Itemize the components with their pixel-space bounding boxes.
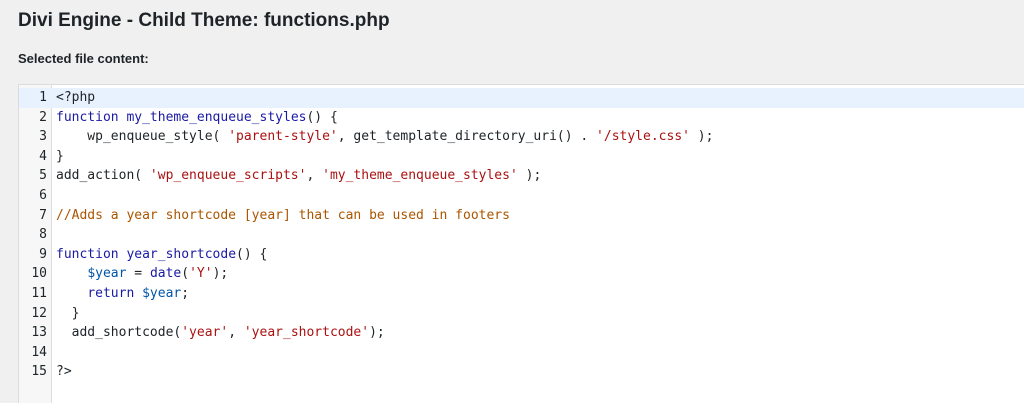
code-token: $year xyxy=(87,266,127,282)
code-token: 'wp_enqueue_scripts' xyxy=(149,168,307,184)
line-number: 14 xyxy=(31,344,47,360)
code-text: $year = date('Y'); xyxy=(56,264,228,284)
code-token: ?> xyxy=(56,364,72,380)
code-token: 'year_shortcode' xyxy=(243,325,370,341)
code-token: , xyxy=(306,168,323,184)
code-text: <?php xyxy=(56,88,95,108)
line-number: 10 xyxy=(31,266,47,282)
code-text: } xyxy=(56,304,80,324)
code-token: () { xyxy=(306,109,338,125)
code-token: ); xyxy=(212,266,229,282)
line-number: 6 xyxy=(39,187,47,203)
code-line-10[interactable]: 10 $year = date('Y'); xyxy=(19,264,1024,284)
code-token: function xyxy=(56,109,119,125)
code-token: , xyxy=(228,325,244,341)
line-number: 1 xyxy=(19,88,47,108)
code-editor[interactable]: 1 <?php 2 function my_theme_enqueue_styles(… xyxy=(18,84,1024,403)
code-line-4[interactable]: 4} xyxy=(19,147,1024,167)
code-token: wp_enqueue_style( xyxy=(56,129,229,145)
code-line-5[interactable]: 5 add_action( 'wp_enqueue_scripts', 'my_t… xyxy=(19,166,1024,186)
code-line-9[interactable]: 9 function year_shortcode() { xyxy=(19,245,1024,265)
code-token: = xyxy=(126,266,150,282)
code-token: 'my_theme_enqueue_styles' xyxy=(322,168,518,184)
code-token: ); xyxy=(369,325,385,341)
code-text: wp_enqueue_style( 'parent-style', get_te… xyxy=(56,127,713,147)
code-line-14[interactable]: 14 xyxy=(19,343,1024,363)
line-number: 2 xyxy=(39,109,47,125)
line-number: 11 xyxy=(31,285,47,301)
code-token: function xyxy=(56,246,119,262)
code-text: function my_theme_enqueue_styles() { xyxy=(56,108,338,128)
code-line-11[interactable]: 11 return $year; xyxy=(19,284,1024,304)
code-token: 'year' xyxy=(181,325,229,341)
code-token: ); xyxy=(517,168,542,184)
code-token: ; xyxy=(181,285,190,301)
code-text: return $year; xyxy=(56,284,189,304)
code-line-7[interactable]: 7 //Adds a year shortcode [year] that can… xyxy=(19,206,1024,226)
code-token: ( xyxy=(181,266,190,282)
line-number: 4 xyxy=(39,148,47,164)
line-number: 5 xyxy=(39,168,47,184)
selected-file-label: Selected file content: xyxy=(18,51,149,66)
code-token: return xyxy=(87,285,135,301)
code-token: date xyxy=(149,266,182,282)
code-token: 'Y' xyxy=(189,266,213,282)
line-number: 8 xyxy=(39,227,47,243)
code-token: , get_template_directory_uri() . xyxy=(337,129,597,145)
code-token: } xyxy=(56,305,80,321)
code-line-6[interactable]: 6 xyxy=(19,186,1024,206)
line-number: 13 xyxy=(31,325,47,341)
code-text: function year_shortcode() { xyxy=(56,245,267,265)
code-token: $year xyxy=(142,285,182,301)
line-number: 9 xyxy=(39,246,47,262)
code-line-15[interactable]: 15 ?> xyxy=(19,362,1024,382)
page-title: Divi Engine - Child Theme: functions.php xyxy=(18,10,390,31)
code-text: add_shortcode('year', 'year_shortcode'); xyxy=(56,323,385,343)
line-number: 15 xyxy=(31,364,47,380)
code-token: my_theme_enqueue_styles xyxy=(126,109,307,125)
line-number: 7 xyxy=(39,207,47,223)
line-number: 3 xyxy=(39,129,47,145)
code-token: //Adds a year shortcode [year] that can … xyxy=(56,207,510,223)
code-token: 'parent-style' xyxy=(228,129,338,145)
line-number: 12 xyxy=(31,305,47,321)
code-token: year_shortcode xyxy=(126,246,237,262)
code-token: ); xyxy=(689,129,714,145)
code-token: <?php xyxy=(56,90,96,105)
code-token: add_shortcode( xyxy=(56,325,182,341)
code-line-8[interactable]: 8 xyxy=(19,225,1024,245)
code-line-12[interactable]: 12 } xyxy=(19,304,1024,324)
code-lines[interactable]: 1 <?php 2 function my_theme_enqueue_styles(… xyxy=(19,88,1024,382)
code-text: add_action( 'wp_enqueue_scripts', 'my_th… xyxy=(56,166,541,186)
code-token: } xyxy=(56,148,64,164)
code-text: } xyxy=(56,147,64,167)
code-token: () { xyxy=(236,246,268,262)
code-token: add_action( xyxy=(56,168,150,184)
code-line-1[interactable]: 1 <?php xyxy=(19,88,1024,108)
code-line-3[interactable]: 3 wp_enqueue_style( 'parent-style', get_… xyxy=(19,127,1024,147)
code-token: '/style.css' xyxy=(596,129,690,145)
code-line-13[interactable]: 13 add_shortcode('year', 'year_shortcode… xyxy=(19,323,1024,343)
code-text: //Adds a year shortcode [year] that can … xyxy=(56,206,510,226)
code-line-2[interactable]: 2 function my_theme_enqueue_styles() { xyxy=(19,108,1024,128)
code-text: ?> xyxy=(56,362,72,382)
